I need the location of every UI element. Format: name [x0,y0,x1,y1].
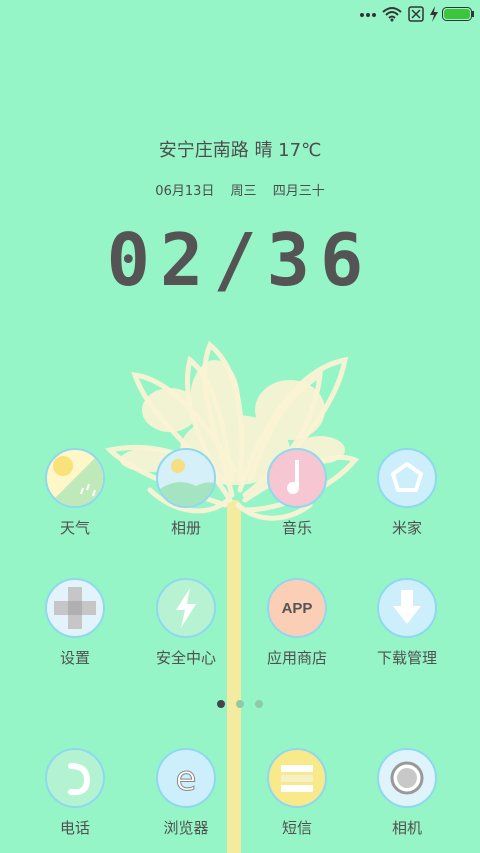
app-store[interactable]: APP 应用商店 [242,578,352,668]
app-store-icon: APP [267,578,327,638]
app-label: 安全中心 [155,649,216,667]
svg-text:e: e [176,759,197,799]
dock-camera[interactable]: 相机 [352,748,462,838]
app-gallery[interactable]: 相册 [131,448,241,538]
phone-icon [45,748,105,808]
app-label: 音乐 [281,519,312,537]
download-icon [377,578,437,638]
app-label: 下载管理 [376,649,437,667]
page-indicator [0,700,480,710]
app-label: 短信 [281,819,312,837]
dock-messages[interactable]: 短信 [242,748,352,838]
camera-icon [377,748,437,808]
security-icon [156,578,216,638]
flower-wallpaper [104,340,360,853]
app-label: 电话 [59,819,90,837]
app-security[interactable]: 安全中心 [131,578,241,668]
app-label: 浏览器 [163,819,209,837]
dock-browser[interactable]: e 浏览器 [131,748,241,838]
app-label: 应用商店 [266,649,327,667]
page-dot[interactable] [255,700,263,708]
dock-phone[interactable]: 电话 [20,748,130,838]
app-label: 设置 [59,649,90,667]
page-dot[interactable] [236,700,244,708]
app-label: 米家 [391,519,422,537]
browser-icon: e [156,748,216,808]
app-music[interactable]: 音乐 [242,448,352,538]
settings-icon [45,578,105,638]
mijia-icon [377,448,437,508]
app-mijia[interactable]: 米家 [352,448,462,538]
app-weather[interactable]: 天气 [20,448,130,538]
app-label: 相机 [391,819,422,837]
messages-icon [267,748,327,808]
page-dot-active[interactable] [217,700,225,708]
gallery-icon [156,448,216,508]
weather-icon [45,448,105,508]
app-store-badge: APP [281,599,313,617]
music-icon [267,448,327,508]
app-label: 天气 [59,519,90,537]
app-label: 相册 [170,519,201,537]
app-downloads[interactable]: 下载管理 [352,578,462,668]
app-settings[interactable]: 设置 [20,578,130,668]
